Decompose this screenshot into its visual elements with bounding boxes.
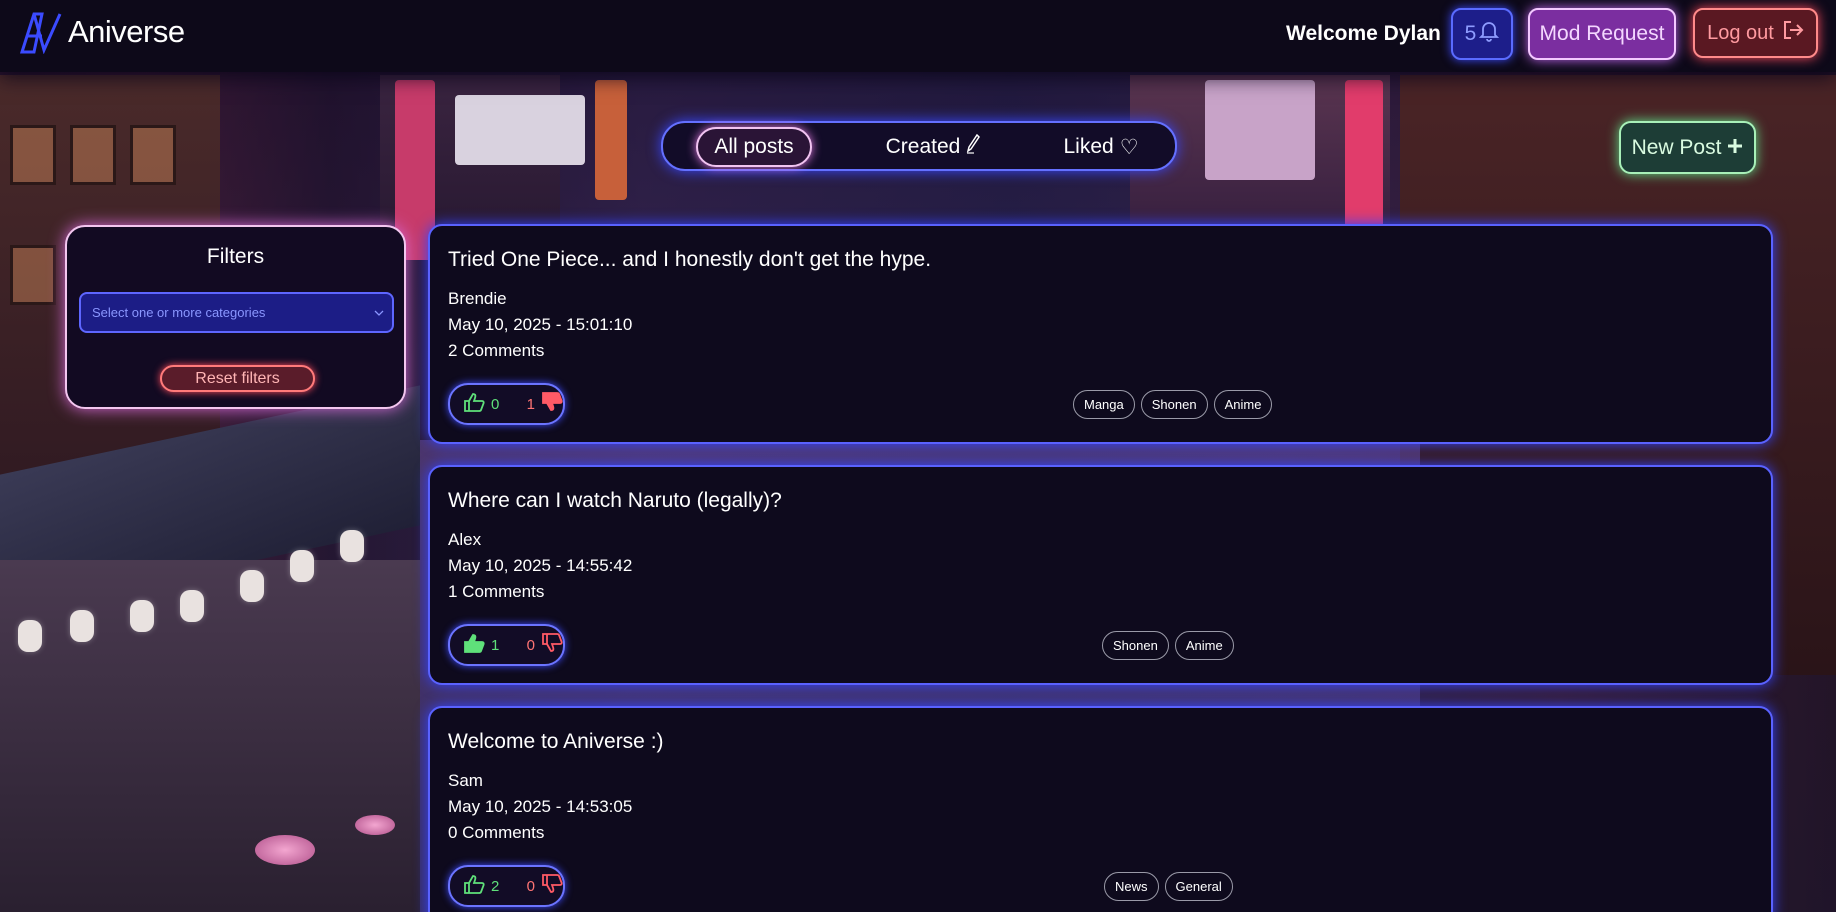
- logout-icon: [1782, 20, 1804, 46]
- notification-count: 5: [1464, 22, 1477, 45]
- dislike-count: 0: [526, 636, 535, 654]
- tag-list: News General: [1104, 872, 1233, 901]
- tag-list: Manga Shonen Anime: [1073, 390, 1273, 419]
- dislike-count: 0: [526, 877, 535, 895]
- thumbs-up-icon[interactable]: [463, 633, 485, 657]
- dislike-count: 1: [526, 395, 535, 413]
- app-name: Aniverse: [68, 14, 185, 49]
- like-count: 0: [491, 395, 500, 413]
- post-card[interactable]: Welcome to Aniverse :) Sam May 10, 2025 …: [428, 706, 1773, 912]
- logout-label: Log out: [1707, 21, 1774, 44]
- post-author: Alex: [448, 530, 482, 549]
- tag[interactable]: Anime: [1174, 631, 1234, 660]
- post-tabs: All posts Created Liked ♡: [661, 121, 1177, 171]
- post-title[interactable]: Tried One Piece... and I honestly don't …: [448, 248, 931, 272]
- logout-button[interactable]: Log out: [1693, 8, 1818, 58]
- header-bar: Aniverse Welcome Dylan 5 Mod Request Log…: [0, 0, 1836, 72]
- tag-list: Shonen Anime: [1102, 631, 1234, 660]
- vote-controls: 2 0: [448, 865, 565, 907]
- thumbs-down-icon[interactable]: [541, 392, 563, 416]
- welcome-message: Welcome Dylan: [1286, 22, 1441, 45]
- new-post-button[interactable]: New Post: [1619, 121, 1756, 174]
- like-count: 2: [491, 877, 500, 895]
- app-logo[interactable]: Aniverse: [19, 10, 185, 55]
- pen-icon: [966, 133, 981, 160]
- new-post-label: New Post: [1631, 135, 1722, 159]
- thumbs-down-icon[interactable]: [541, 633, 563, 657]
- post-comments: 0 Comments: [448, 823, 545, 842]
- tab-all-posts[interactable]: All posts: [696, 127, 812, 167]
- vote-controls: 1 0: [448, 624, 565, 666]
- thumbs-down-icon[interactable]: [541, 874, 563, 898]
- post-title[interactable]: Where can I watch Naruto (legally)?: [448, 489, 782, 513]
- heart-icon: ♡: [1119, 135, 1139, 159]
- filters-panel: Filters Select one or more categories Re…: [65, 225, 406, 409]
- post-author: Brendie: [448, 289, 507, 308]
- post-card[interactable]: Where can I watch Naruto (legally)? Alex…: [428, 465, 1773, 685]
- tag[interactable]: Anime: [1213, 390, 1273, 419]
- category-select[interactable]: Select one or more categories: [79, 292, 394, 333]
- tab-liked[interactable]: Liked ♡: [1036, 127, 1166, 167]
- category-select-placeholder: Select one or more categories: [92, 305, 266, 320]
- filters-title: Filters: [206, 245, 265, 268]
- tab-created-label: Created: [885, 135, 961, 158]
- tag[interactable]: Shonen: [1140, 390, 1208, 419]
- post-date: May 10, 2025 - 15:01:10: [448, 315, 633, 334]
- tab-created[interactable]: Created: [863, 127, 1003, 167]
- chevron-down-icon: [374, 305, 384, 324]
- tag[interactable]: Manga: [1073, 390, 1135, 419]
- tag[interactable]: News: [1104, 872, 1159, 901]
- notifications-button[interactable]: 5: [1451, 8, 1513, 60]
- mod-request-button[interactable]: Mod Request: [1528, 8, 1676, 60]
- tag[interactable]: Shonen: [1102, 631, 1169, 660]
- tag[interactable]: General: [1164, 872, 1233, 901]
- thumbs-up-icon[interactable]: [463, 392, 485, 416]
- tab-liked-label: Liked: [1063, 135, 1114, 158]
- vote-controls: 0 1: [448, 383, 565, 425]
- post-comments: 2 Comments: [448, 341, 545, 360]
- post-title[interactable]: Welcome to Aniverse :): [448, 730, 664, 754]
- post-card[interactable]: Tried One Piece... and I honestly don't …: [428, 224, 1773, 444]
- post-date: May 10, 2025 - 14:55:42: [448, 556, 633, 575]
- post-author: Sam: [448, 771, 483, 790]
- aniverse-logo-icon: [19, 10, 62, 55]
- thumbs-up-icon[interactable]: [463, 874, 485, 898]
- like-count: 1: [491, 636, 500, 654]
- bell-icon: [1479, 20, 1500, 48]
- post-comments: 1 Comments: [448, 582, 545, 601]
- plus-icon: [1727, 136, 1743, 160]
- post-date: May 10, 2025 - 14:53:05: [448, 797, 633, 816]
- reset-filters-button[interactable]: Reset filters: [160, 365, 315, 392]
